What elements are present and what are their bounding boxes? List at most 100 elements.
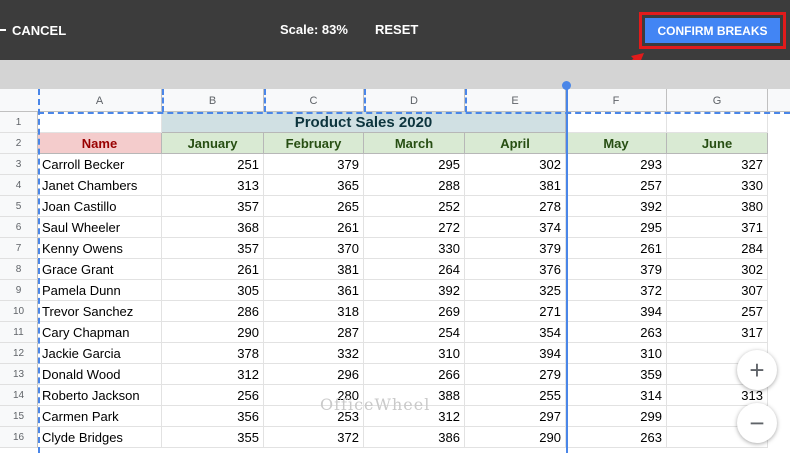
cell-g1[interactable] [667, 112, 768, 133]
value-cell[interactable]: 392 [364, 280, 465, 301]
value-cell[interactable]: 313 [162, 175, 264, 196]
name-cell[interactable]: Carroll Becker [38, 154, 162, 175]
name-cell[interactable]: Carmen Park [38, 406, 162, 427]
column-header-f[interactable]: F [566, 89, 667, 112]
cell-f1[interactable] [566, 112, 667, 133]
zoom-out-button[interactable]: − [737, 403, 777, 443]
value-cell[interactable]: 279 [465, 364, 566, 385]
value-cell[interactable]: 271 [465, 301, 566, 322]
name-cell[interactable]: Donald Wood [38, 364, 162, 385]
value-cell[interactable]: 266 [364, 364, 465, 385]
value-cell[interactable]: 256 [162, 385, 264, 406]
value-cell[interactable]: 330 [364, 238, 465, 259]
value-cell[interactable]: 272 [364, 217, 465, 238]
value-cell[interactable]: 314 [566, 385, 667, 406]
value-cell[interactable]: 295 [566, 217, 667, 238]
value-cell[interactable]: 318 [264, 301, 364, 322]
name-cell[interactable]: Cary Chapman [38, 322, 162, 343]
row-header-9[interactable]: 9 [0, 280, 38, 301]
value-cell[interactable]: 355 [162, 427, 264, 448]
name-cell[interactable]: Joan Castillo [38, 196, 162, 217]
value-cell[interactable]: 297 [465, 406, 566, 427]
value-cell[interactable]: 357 [162, 196, 264, 217]
value-cell[interactable]: 330 [667, 175, 768, 196]
row-header-8[interactable]: 8 [0, 259, 38, 280]
name-cell[interactable]: Pamela Dunn [38, 280, 162, 301]
column-header-g[interactable]: G [667, 89, 768, 112]
header-month[interactable]: June [667, 133, 768, 154]
value-cell[interactable]: 392 [566, 196, 667, 217]
value-cell[interactable]: 261 [264, 217, 364, 238]
name-cell[interactable]: Saul Wheeler [38, 217, 162, 238]
value-cell[interactable]: 265 [264, 196, 364, 217]
value-cell[interactable]: 379 [264, 154, 364, 175]
value-cell[interactable]: 261 [162, 259, 264, 280]
value-cell[interactable]: 263 [566, 427, 667, 448]
value-cell[interactable]: 370 [264, 238, 364, 259]
value-cell[interactable]: 269 [364, 301, 465, 322]
value-cell[interactable]: 374 [465, 217, 566, 238]
column-header-e[interactable]: E [465, 89, 566, 112]
header-month[interactable]: April [465, 133, 566, 154]
value-cell[interactable]: 302 [465, 154, 566, 175]
value-cell[interactable]: 290 [162, 322, 264, 343]
value-cell[interactable]: 376 [465, 259, 566, 280]
value-cell[interactable]: 310 [364, 343, 465, 364]
value-cell[interactable]: 327 [667, 154, 768, 175]
value-cell[interactable]: 379 [566, 259, 667, 280]
cancel-button[interactable]: CANCEL [0, 20, 66, 40]
value-cell[interactable]: 261 [566, 238, 667, 259]
value-cell[interactable]: 295 [364, 154, 465, 175]
header-month[interactable]: January [162, 133, 264, 154]
confirm-breaks-button[interactable]: CONFIRM BREAKS [645, 18, 780, 43]
value-cell[interactable]: 368 [162, 217, 264, 238]
name-cell[interactable]: Clyde Bridges [38, 427, 162, 448]
header-month[interactable]: May [566, 133, 667, 154]
name-cell[interactable]: Roberto Jackson [38, 385, 162, 406]
value-cell[interactable]: 372 [264, 427, 364, 448]
value-cell[interactable]: 380 [667, 196, 768, 217]
value-cell[interactable]: 296 [264, 364, 364, 385]
name-cell[interactable]: Trevor Sanchez [38, 301, 162, 322]
value-cell[interactable]: 394 [566, 301, 667, 322]
page-break-drag-handle[interactable] [562, 81, 571, 90]
reset-button[interactable]: RESET [375, 22, 418, 37]
row-header-16[interactable]: 16 [0, 427, 38, 448]
value-cell[interactable]: 378 [162, 343, 264, 364]
name-cell[interactable]: Janet Chambers [38, 175, 162, 196]
value-cell[interactable]: 372 [566, 280, 667, 301]
value-cell[interactable]: 371 [667, 217, 768, 238]
name-cell[interactable]: Jackie Garcia [38, 343, 162, 364]
header-month[interactable]: February [264, 133, 364, 154]
row-header-4[interactable]: 4 [0, 175, 38, 196]
value-cell[interactable]: 381 [465, 175, 566, 196]
value-cell[interactable]: 251 [162, 154, 264, 175]
value-cell[interactable]: 257 [566, 175, 667, 196]
row-header-3[interactable]: 3 [0, 154, 38, 175]
value-cell[interactable]: 254 [364, 322, 465, 343]
row-header-1[interactable]: 1 [0, 112, 38, 133]
value-cell[interactable]: 310 [566, 343, 667, 364]
row-header-10[interactable]: 10 [0, 301, 38, 322]
value-cell[interactable]: 379 [465, 238, 566, 259]
value-cell[interactable]: 394 [465, 343, 566, 364]
value-cell[interactable]: 354 [465, 322, 566, 343]
column-header-d[interactable]: D [364, 89, 465, 112]
page-break-handle-line[interactable] [566, 89, 568, 453]
value-cell[interactable]: 287 [264, 322, 364, 343]
row-header-12[interactable]: 12 [0, 343, 38, 364]
value-cell[interactable]: 357 [162, 238, 264, 259]
value-cell[interactable]: 356 [162, 406, 264, 427]
row-header-2[interactable]: 2 [0, 133, 38, 154]
value-cell[interactable]: 263 [566, 322, 667, 343]
row-header-11[interactable]: 11 [0, 322, 38, 343]
row-header-7[interactable]: 7 [0, 238, 38, 259]
column-header-b[interactable]: B [162, 89, 264, 112]
value-cell[interactable]: 361 [264, 280, 364, 301]
value-cell[interactable]: 359 [566, 364, 667, 385]
header-name[interactable]: Name [38, 133, 162, 154]
value-cell[interactable]: 257 [667, 301, 768, 322]
value-cell[interactable]: 284 [667, 238, 768, 259]
value-cell[interactable]: 299 [566, 406, 667, 427]
value-cell[interactable]: 365 [264, 175, 364, 196]
